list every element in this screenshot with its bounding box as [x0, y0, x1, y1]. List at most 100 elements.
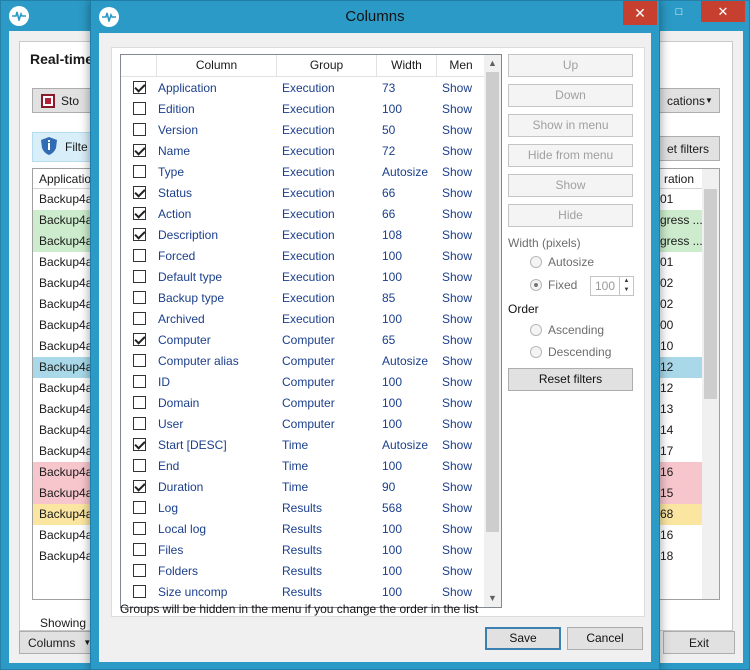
scroll-up-icon[interactable]: ▲	[484, 55, 501, 72]
column-visible-checkbox[interactable]	[132, 123, 146, 136]
column-visible-checkbox[interactable]	[132, 438, 146, 451]
ascending-radio[interactable]	[530, 324, 542, 336]
column-visible-checkbox[interactable]	[132, 333, 146, 346]
header-check[interactable]	[121, 55, 157, 76]
column-visible-checkbox[interactable]	[132, 417, 146, 430]
column-visible-checkbox[interactable]	[132, 501, 146, 514]
column-visible-checkbox[interactable]	[132, 354, 146, 367]
grid-row[interactable]: Default type Execution 100 Show	[121, 266, 501, 287]
list-row-left[interactable]: Backup4a	[33, 462, 91, 483]
list-row-left[interactable]: Backup4a	[33, 189, 91, 210]
list-row-left[interactable]: Backup4a	[33, 273, 91, 294]
grid-row[interactable]: Action Execution 66 Show	[121, 203, 501, 224]
list-header-application[interactable]: Applicatio	[33, 169, 91, 189]
grid-row[interactable]: Computer Computer 65 Show	[121, 329, 501, 350]
descending-radio[interactable]	[530, 346, 542, 358]
list-row-left[interactable]: Backup4a	[33, 399, 91, 420]
reset-filters-button[interactable]: Reset filters	[508, 368, 633, 391]
column-visible-checkbox[interactable]	[132, 81, 146, 94]
grid-row[interactable]: Application Execution 73 Show	[121, 77, 501, 98]
grid-row[interactable]: Description Execution 108 Show	[121, 224, 501, 245]
column-visible-checkbox[interactable]	[132, 186, 146, 199]
list-row-left[interactable]: Backup4a	[33, 357, 91, 378]
column-visible-checkbox[interactable]	[132, 396, 146, 409]
grid-row[interactable]: Version Execution 50 Show	[121, 119, 501, 140]
column-visible-checkbox[interactable]	[132, 291, 146, 304]
list-row-left[interactable]: Backup4a	[33, 336, 91, 357]
columns-button[interactable]: Columns ▼	[19, 631, 93, 654]
hide-from-menu-button[interactable]: Hide from menu	[508, 144, 633, 167]
column-visible-checkbox[interactable]	[132, 375, 146, 388]
stepper-arrows-icon[interactable]: ▲ ▼	[619, 277, 633, 295]
list-row-left[interactable]: Backup4a	[33, 315, 91, 336]
grid-row[interactable]: Log Results 568 Show	[121, 497, 501, 518]
grid-row[interactable]: ID Computer 100 Show	[121, 371, 501, 392]
log-list-right[interactable]: ration 01 gress ... gress ... 01 02 02 00 10 12 1…	[658, 168, 720, 600]
column-visible-checkbox[interactable]	[132, 270, 146, 283]
list-row-left[interactable]: Backup4a	[33, 441, 91, 462]
grid-row[interactable]: Edition Execution 100 Show	[121, 98, 501, 119]
dialog-close-button[interactable]: ✕	[623, 1, 657, 25]
exit-button[interactable]: Exit	[663, 631, 735, 654]
column-visible-checkbox[interactable]	[132, 207, 146, 220]
column-visible-checkbox[interactable]	[132, 249, 146, 262]
column-visible-checkbox[interactable]	[132, 564, 146, 577]
list-row-left[interactable]: Backup4a	[33, 525, 91, 546]
grid-row[interactable]: Duration Time 90 Show	[121, 476, 501, 497]
hide-button[interactable]: Hide	[508, 204, 633, 227]
header-column[interactable]: Column	[157, 55, 277, 76]
list-row-left[interactable]: Backup4a	[33, 546, 91, 567]
scroll-down-icon[interactable]: ▼	[484, 590, 501, 607]
column-visible-checkbox[interactable]	[132, 144, 146, 157]
up-button[interactable]: Up	[508, 54, 633, 77]
cancel-button[interactable]: Cancel	[567, 627, 643, 650]
list-row-left[interactable]: Backup4a	[33, 231, 91, 252]
maximize-icon[interactable]: □	[665, 1, 693, 22]
header-group[interactable]: Group	[277, 55, 377, 76]
list-row-left[interactable]: Backup4a	[33, 378, 91, 399]
grid-row[interactable]: Archived Execution 100 Show	[121, 308, 501, 329]
list-row-left[interactable]: Backup4a	[33, 252, 91, 273]
header-menu[interactable]: Men	[437, 55, 485, 76]
column-visible-checkbox[interactable]	[132, 165, 146, 178]
grid-scrollbar[interactable]: ▲ ▼	[484, 55, 501, 607]
autosize-radio[interactable]	[530, 256, 542, 268]
list-row-left[interactable]: Backup4a	[33, 483, 91, 504]
grid-row[interactable]: Name Execution 72 Show	[121, 140, 501, 161]
list-row-left[interactable]: Backup4a	[33, 210, 91, 231]
column-visible-checkbox[interactable]	[132, 312, 146, 325]
list-scrollbar[interactable]	[702, 169, 719, 599]
scroll-thumb[interactable]	[486, 72, 499, 532]
log-list-left[interactable]: Applicatio Backup4a Backup4a Backup4a Backu…	[32, 168, 92, 600]
grid-row[interactable]: Files Results 100 Show	[121, 539, 501, 560]
column-visible-checkbox[interactable]	[132, 480, 146, 493]
grid-row[interactable]: Folders Results 100 Show	[121, 560, 501, 581]
grid-row[interactable]: Type Execution Autosize Show	[121, 161, 501, 182]
grid-row[interactable]: Local log Results 100 Show	[121, 518, 501, 539]
column-visible-checkbox[interactable]	[132, 585, 146, 598]
header-width[interactable]: Width	[377, 55, 437, 76]
main-close-button[interactable]: ✕	[701, 1, 745, 22]
grid-row[interactable]: Status Execution 66 Show	[121, 182, 501, 203]
column-visible-checkbox[interactable]	[132, 228, 146, 241]
grid-row[interactable]: Backup type Execution 85 Show	[121, 287, 501, 308]
fixed-radio[interactable]	[530, 279, 542, 291]
list-row-left[interactable]: Backup4a	[33, 420, 91, 441]
grid-row[interactable]: End Time 100 Show	[121, 455, 501, 476]
show-button[interactable]: Show	[508, 174, 633, 197]
stop-button[interactable]: Sto	[32, 88, 92, 113]
column-visible-checkbox[interactable]	[132, 522, 146, 535]
column-visible-checkbox[interactable]	[132, 543, 146, 556]
columns-grid[interactable]: Column Group Width Men Application Execut…	[120, 54, 502, 608]
save-button[interactable]: Save	[485, 627, 561, 650]
grid-row[interactable]: Computer alias Computer Autosize Show	[121, 350, 501, 371]
show-in-menu-button[interactable]: Show in menu	[508, 114, 633, 137]
applications-dropdown[interactable]: cations ▼	[658, 88, 720, 113]
grid-row[interactable]: Size uncomp Results 100 Show	[121, 581, 501, 602]
column-visible-checkbox[interactable]	[132, 102, 146, 115]
fixed-width-stepper[interactable]: 100 ▲ ▼	[590, 276, 634, 296]
down-button[interactable]: Down	[508, 84, 633, 107]
column-visible-checkbox[interactable]	[132, 459, 146, 472]
grid-row[interactable]: Start [DESC] Time Autosize Show	[121, 434, 501, 455]
grid-row[interactable]: Forced Execution 100 Show	[121, 245, 501, 266]
